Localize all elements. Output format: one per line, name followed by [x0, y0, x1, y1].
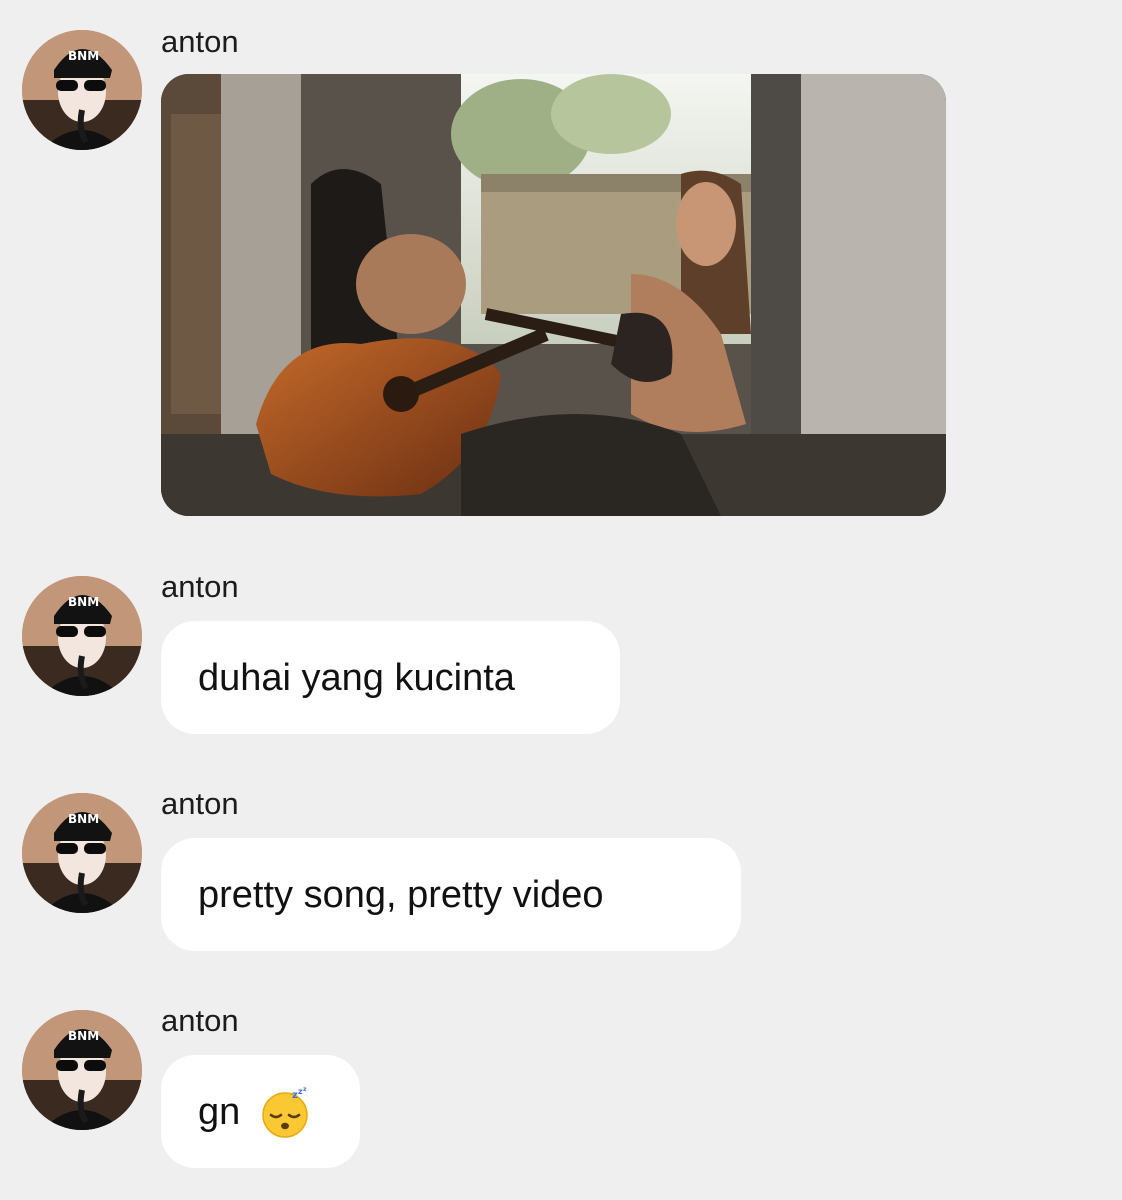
sender-name[interactable]: anton	[161, 786, 239, 822]
avatar-image: BNM	[22, 30, 142, 150]
svg-text:BNM: BNM	[68, 49, 99, 63]
message-text: gn	[198, 1090, 241, 1133]
svg-text:BNM: BNM	[68, 1029, 99, 1043]
message-text: pretty song, pretty video	[198, 873, 604, 916]
photo-guitar-players	[161, 74, 946, 516]
sender-name[interactable]: anton	[161, 1003, 239, 1039]
avatar[interactable]: BNM	[22, 1010, 142, 1130]
message-text: duhai yang kucinta	[198, 656, 515, 699]
message-image[interactable]	[161, 74, 946, 516]
message-bubble[interactable]: gn z z z	[161, 1055, 360, 1168]
avatar[interactable]: BNM	[22, 30, 142, 150]
sleeping-face-emoji: z z z	[258, 1085, 312, 1139]
avatar-image: BNM	[22, 1010, 142, 1130]
sender-name[interactable]: anton	[161, 24, 239, 60]
avatar[interactable]: BNM	[22, 793, 142, 913]
message-bubble[interactable]: pretty song, pretty video	[161, 838, 741, 951]
svg-text:BNM: BNM	[68, 812, 99, 826]
avatar-image: BNM	[22, 793, 142, 913]
sender-name[interactable]: anton	[161, 569, 239, 605]
avatar[interactable]: BNM	[22, 576, 142, 696]
svg-text:z: z	[303, 1086, 307, 1093]
svg-text:BNM: BNM	[68, 595, 99, 609]
avatar-image: BNM	[22, 576, 142, 696]
message-bubble[interactable]: duhai yang kucinta	[161, 621, 620, 734]
